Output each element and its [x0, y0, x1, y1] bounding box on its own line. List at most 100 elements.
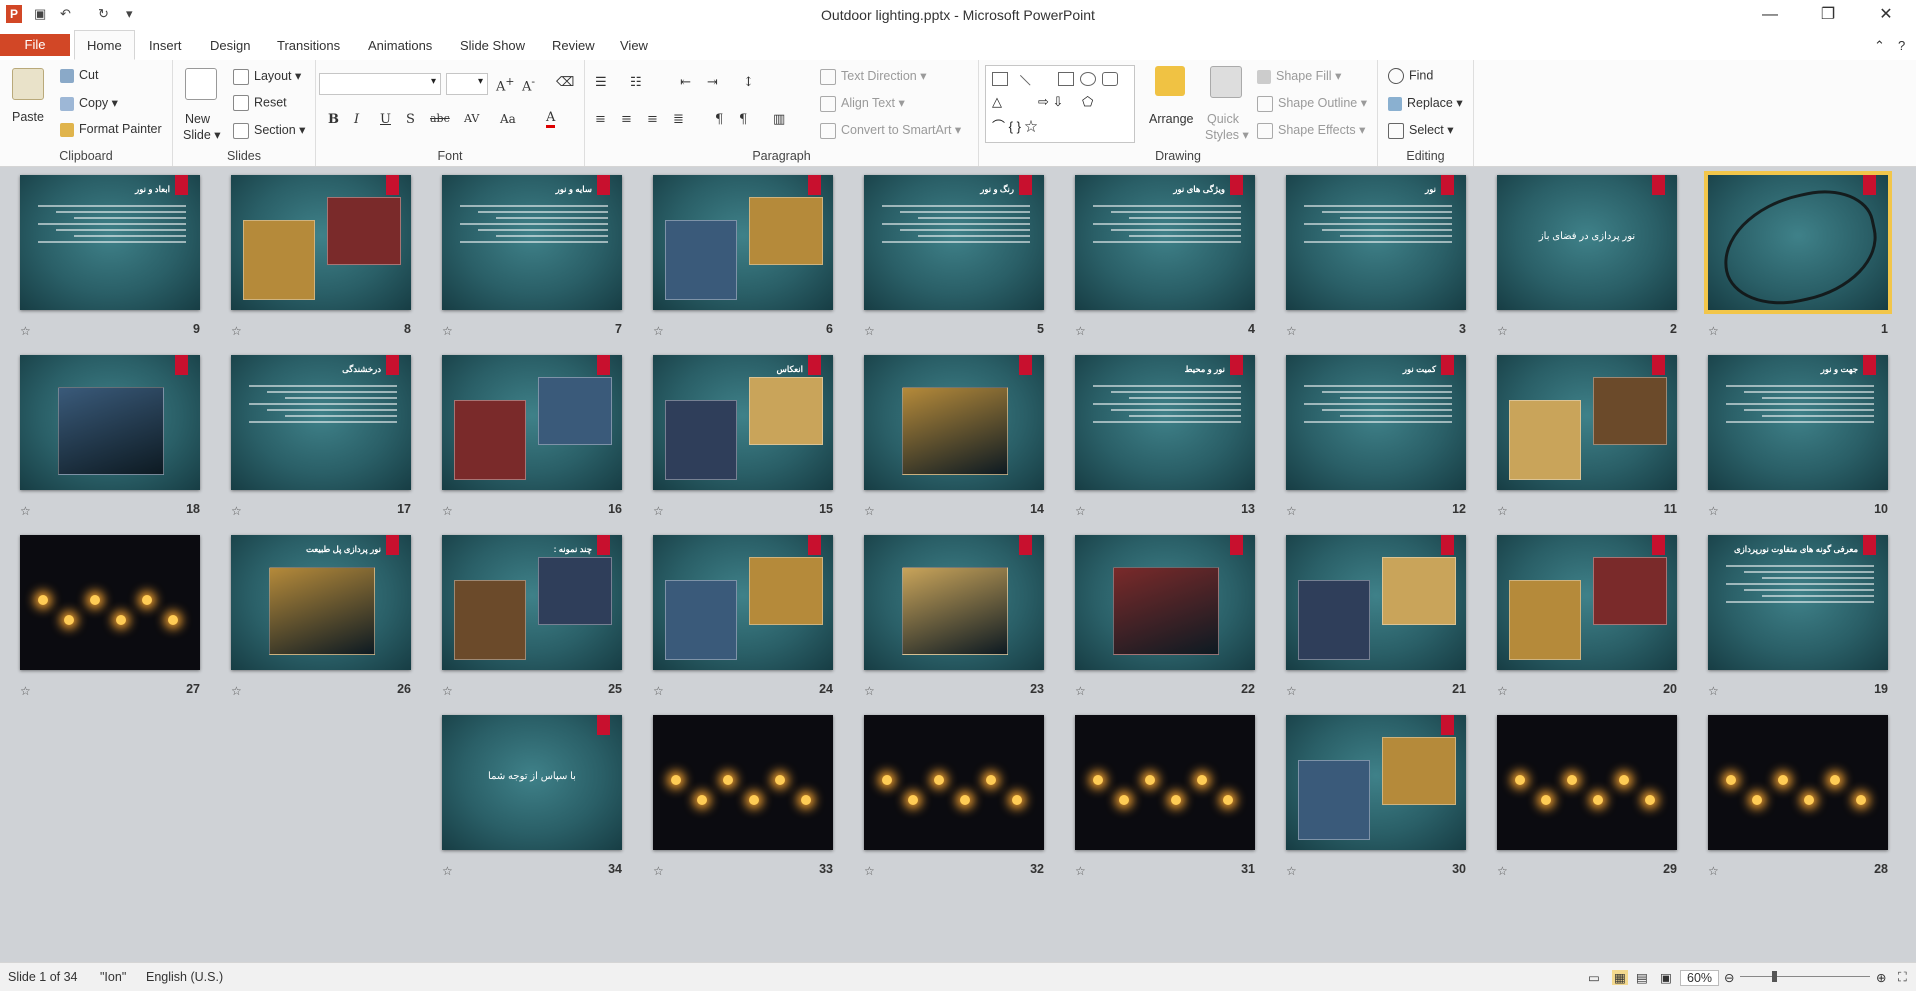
slide-thumbnail[interactable]: درخشندگی — [231, 355, 411, 490]
strikethrough-button[interactable]: abc — [430, 112, 450, 125]
slide-thumbnail[interactable] — [1075, 535, 1255, 670]
justify-icon[interactable]: ≣ — [673, 112, 684, 127]
text-direction-button[interactable]: Text Direction ▾ — [820, 68, 926, 85]
new-slide-dropdown[interactable]: Slide ▾ — [183, 127, 221, 142]
slide-thumbnail[interactable]: نور — [1286, 175, 1466, 310]
paste-button[interactable]: Paste — [12, 110, 44, 124]
slide-sorter[interactable]: ☆ 1 نور پردازی در فضای باز ☆ 2 نور ☆ 3 ویژگی های… — [0, 167, 1916, 962]
tab-slide-show[interactable]: Slide Show — [460, 38, 525, 53]
increase-indent-icon[interactable]: ⇥ — [707, 75, 718, 90]
slide-thumbnail[interactable] — [231, 175, 411, 310]
copy-button[interactable]: Copy ▾ — [60, 95, 118, 111]
font-family-select[interactable]: ▾ — [319, 73, 441, 95]
slide-thumbnail[interactable]: ویژگی های نور — [1075, 175, 1255, 310]
collapse-ribbon-icon[interactable]: ⌃ — [1874, 38, 1885, 54]
close-icon[interactable]: ✕ — [1866, 4, 1906, 26]
slide-thumbnail[interactable] — [442, 355, 622, 490]
align-left-icon[interactable]: ≡ — [595, 112, 606, 127]
shape-rounded-rect-icon[interactable] — [1102, 72, 1118, 86]
slide-sorter-view-icon[interactable]: ▦ — [1612, 970, 1628, 985]
tab-file[interactable]: File — [0, 34, 70, 56]
numbering-icon[interactable]: ☷ — [630, 75, 642, 90]
shape-textbox-icon[interactable] — [992, 72, 1008, 86]
slide-thumbnail[interactable] — [653, 715, 833, 850]
paste-icon[interactable] — [12, 68, 44, 100]
slide-thumbnail[interactable] — [1704, 171, 1892, 314]
zoom-level[interactable]: 60% — [1680, 970, 1720, 986]
tab-insert[interactable]: Insert — [149, 38, 182, 53]
bullets-icon[interactable]: ☰ — [595, 75, 607, 90]
format-painter-button[interactable]: Format Painter — [60, 122, 162, 137]
arrange-icon[interactable] — [1155, 66, 1185, 96]
shape-pentagon-icon[interactable]: ⬠ — [1082, 94, 1093, 110]
rtl-icon[interactable]: ¶ — [739, 112, 747, 127]
shape-arrow-icon[interactable]: ⇨ ⇩ — [1038, 94, 1063, 110]
slide-thumbnail[interactable]: با سپاس از توجه شما — [442, 715, 622, 850]
slide-thumbnail[interactable] — [864, 535, 1044, 670]
slide-thumbnail[interactable]: انعکاس — [653, 355, 833, 490]
help-icon[interactable]: ? — [1898, 38, 1905, 53]
columns-icon[interactable]: ▥ — [773, 112, 785, 127]
slide-thumbnail[interactable]: سایه و نور — [442, 175, 622, 310]
italic-button[interactable]: I — [354, 112, 359, 127]
font-size-select[interactable]: ▾ — [446, 73, 488, 95]
align-right-icon[interactable]: ≡ — [647, 112, 658, 127]
section-button[interactable]: Section ▾ — [233, 122, 305, 139]
shape-line-icon[interactable] — [1011, 74, 1031, 95]
zoom-slider-track[interactable] — [1740, 976, 1870, 977]
character-spacing-button[interactable]: AV — [464, 112, 479, 125]
minimize-icon[interactable]: — — [1750, 4, 1790, 26]
slide-thumbnail[interactable]: معرفی گونه های متفاوت نورپردازی — [1708, 535, 1888, 670]
shapes-gallery[interactable]: △ ⇨ ⇩ ⬠ ⌒ { } ☆ — [985, 65, 1135, 143]
tab-review[interactable]: Review — [552, 38, 595, 53]
language-indicator[interactable]: English (U.S.) — [146, 970, 223, 984]
change-case-button[interactable]: Aa — [500, 112, 516, 126]
slide-thumbnail[interactable]: نور پردازی در فضای باز — [1497, 175, 1677, 310]
slide-thumbnail[interactable] — [653, 175, 833, 310]
shadow-button[interactable]: S — [406, 112, 415, 127]
align-center-icon[interactable]: ≡ — [621, 112, 632, 127]
shape-effects-button[interactable]: Shape Effects ▾ — [1257, 122, 1365, 139]
tab-view[interactable]: View — [620, 38, 648, 53]
reset-button[interactable]: Reset — [233, 95, 287, 111]
arrange-button[interactable]: Arrange — [1149, 112, 1193, 126]
cut-button[interactable]: Cut — [60, 68, 98, 83]
underline-button[interactable]: U — [380, 112, 391, 127]
quick-styles-icon[interactable] — [1210, 66, 1242, 98]
ltr-icon[interactable]: ¶ — [715, 112, 723, 127]
shrink-font-icon[interactable]: A- — [522, 75, 535, 94]
slide-thumbnail[interactable]: نور و محیط — [1075, 355, 1255, 490]
slide-thumbnail[interactable] — [20, 355, 200, 490]
align-text-button[interactable]: Align Text ▾ — [820, 95, 905, 112]
slide-thumbnail[interactable] — [1497, 715, 1677, 850]
quick-styles-button[interactable]: Quick — [1207, 112, 1239, 126]
quick-styles-dropdown[interactable]: Styles ▾ — [1205, 127, 1249, 142]
tab-animations[interactable]: Animations — [368, 38, 432, 53]
select-button[interactable]: Select ▾ — [1388, 122, 1454, 139]
fit-to-window-icon[interactable]: ⛶ — [1898, 970, 1907, 985]
slide-thumbnail[interactable] — [1708, 715, 1888, 850]
slide-thumbnail[interactable] — [1497, 535, 1677, 670]
slide-thumbnail[interactable] — [653, 535, 833, 670]
normal-view-icon[interactable]: ▭ — [1588, 970, 1600, 985]
bold-button[interactable]: B — [328, 112, 339, 127]
restore-icon[interactable]: ❐ — [1808, 4, 1848, 26]
slide-thumbnail[interactable] — [1286, 715, 1466, 850]
slide-thumbnail[interactable]: چند نمونه : — [442, 535, 622, 670]
slide-thumbnail[interactable]: جهت و نور — [1708, 355, 1888, 490]
slide-thumbnail[interactable] — [864, 715, 1044, 850]
slide-thumbnail[interactable] — [1497, 355, 1677, 490]
shape-oval-icon[interactable] — [1080, 72, 1096, 86]
slide-thumbnail[interactable]: ابعاد و نور — [20, 175, 200, 310]
zoom-slider-thumb[interactable] — [1772, 971, 1777, 982]
new-slide-icon[interactable] — [185, 68, 217, 100]
font-color-button[interactable]: A — [546, 110, 556, 128]
zoom-out-icon[interactable]: ⊖ — [1724, 970, 1734, 985]
slide-thumbnail[interactable] — [864, 355, 1044, 490]
new-slide-button[interactable]: New — [185, 112, 210, 126]
shape-fill-button[interactable]: Shape Fill ▾ — [1257, 68, 1341, 84]
slideshow-view-icon[interactable]: ▣ — [1660, 970, 1672, 985]
line-spacing-icon[interactable]: ↕ — [743, 75, 754, 90]
shape-curve-icon[interactable]: ⌒ { } ☆ — [992, 116, 1038, 135]
decrease-indent-icon[interactable]: ⇤ — [680, 75, 691, 90]
